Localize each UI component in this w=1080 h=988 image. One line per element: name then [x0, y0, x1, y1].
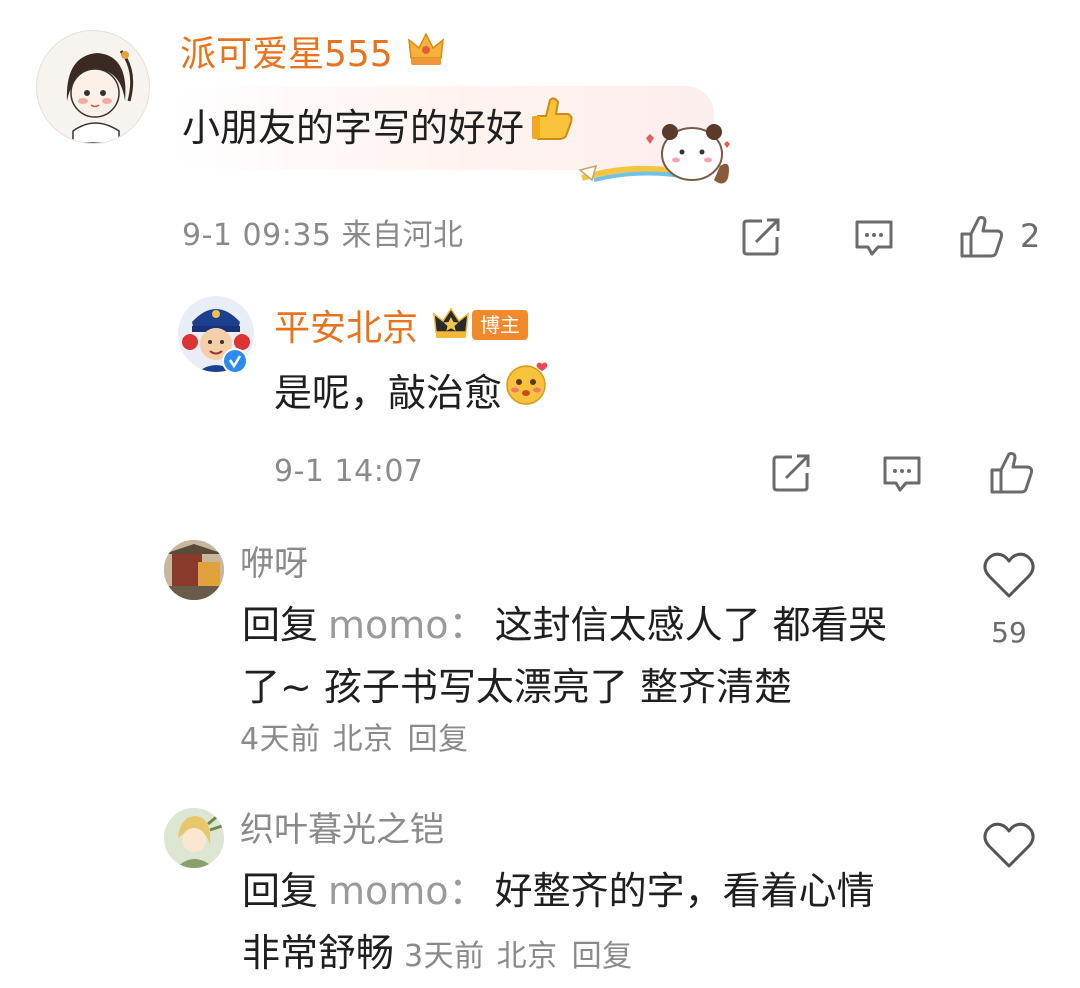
- author-comment-button[interactable]: [880, 452, 924, 496]
- thumbs-up-icon: [960, 216, 1004, 258]
- author-reply-text-row: 是呢，敲治愈: [274, 360, 550, 425]
- reply-text-line-1: 回复 momo： 好整齐的字，看着心情: [242, 860, 942, 922]
- reply-like-button[interactable]: 59: [982, 550, 1036, 649]
- reply-to-username[interactable]: momo：: [328, 869, 487, 913]
- author-reply-text: 是呢，敲治愈: [274, 370, 503, 415]
- comment-text: 小朋友的字写的好好: [182, 105, 525, 150]
- author-like-button[interactable]: [988, 448, 1036, 496]
- reply-prefix: 回复: [242, 869, 319, 913]
- heart-icon: [983, 822, 1035, 868]
- reply-text: 回复 momo： 好整齐的字，看着心情 非常舒畅 3天前 北京 回复: [242, 860, 942, 988]
- reply-text-part-1: 好整齐的字，看着心情: [494, 869, 875, 913]
- heart-icon: [983, 552, 1035, 598]
- comment-text-row: 小朋友的字写的好好: [182, 94, 574, 161]
- panda-sticker-icon: [574, 118, 734, 196]
- reply-time: 3天前: [404, 939, 485, 974]
- reply-text-line-2: 非常舒畅 3天前 北京 回复: [242, 922, 942, 988]
- reply-text-line-1: 回复 momo： 这封信太感人了 都看哭: [242, 594, 942, 656]
- reply-text-part-2: 非常舒畅: [242, 931, 395, 975]
- reply-avatar[interactable]: [164, 540, 224, 600]
- reply-like-button[interactable]: [982, 820, 1036, 870]
- share-icon: [742, 218, 780, 256]
- avatar[interactable]: [36, 30, 150, 144]
- author-username-row: 平安北京 博主: [274, 299, 529, 351]
- author-share-button[interactable]: [770, 452, 814, 494]
- share-icon: [772, 454, 810, 492]
- share-button[interactable]: [740, 216, 784, 258]
- reply-prefix: 回复: [242, 603, 319, 647]
- author-reply-meta: 9-1 14:07: [274, 454, 424, 489]
- author-username[interactable]: 平安北京: [274, 299, 418, 351]
- like-count: 2: [1020, 217, 1041, 255]
- verified-badge-icon: [222, 348, 248, 374]
- reply-meta: 4天前 北京 回复: [240, 720, 469, 760]
- comment-icon: [883, 456, 921, 492]
- like-button[interactable]: 2: [958, 212, 1040, 260]
- reply-to-username[interactable]: momo：: [328, 603, 487, 647]
- comment-username-row: 派可爱星555: [180, 24, 447, 78]
- comment-icon: [855, 220, 893, 256]
- reply-text-line-2: 了~ 孩子书写太漂亮了 整齐清楚: [242, 665, 792, 709]
- thumbs-up-icon: [990, 452, 1034, 494]
- reply-like-count: 59: [991, 616, 1027, 649]
- reply-location: 北京: [332, 722, 394, 757]
- crown-badge-icon: [432, 306, 470, 344]
- reply-action[interactable]: 回复: [408, 720, 469, 760]
- reply-text-part-1: 这封信太感人了 都看哭: [494, 603, 887, 647]
- blushing-face-emoji-icon: [504, 360, 550, 425]
- crown-badge-icon: [405, 28, 447, 74]
- blogger-badge: 博主: [472, 310, 529, 340]
- reply-username[interactable]: 咿呀: [240, 540, 308, 588]
- reply-location: 北京: [496, 939, 558, 974]
- comment-meta: 9-1 09:35 来自河北: [182, 218, 464, 253]
- reply-time: 4天前: [240, 722, 321, 757]
- reply-username[interactable]: 织叶暮光之铠: [240, 806, 444, 854]
- reply-avatar[interactable]: [164, 808, 224, 868]
- comment-username[interactable]: 派可爱星555: [180, 25, 393, 77]
- reply-action[interactable]: 回复: [572, 926, 633, 988]
- thumbs-up-emoji-icon: [528, 94, 574, 161]
- reply-text: 回复 momo： 这封信太感人了 都看哭 了~ 孩子书写太漂亮了 整齐清楚: [242, 594, 942, 718]
- comment-button[interactable]: [852, 216, 896, 260]
